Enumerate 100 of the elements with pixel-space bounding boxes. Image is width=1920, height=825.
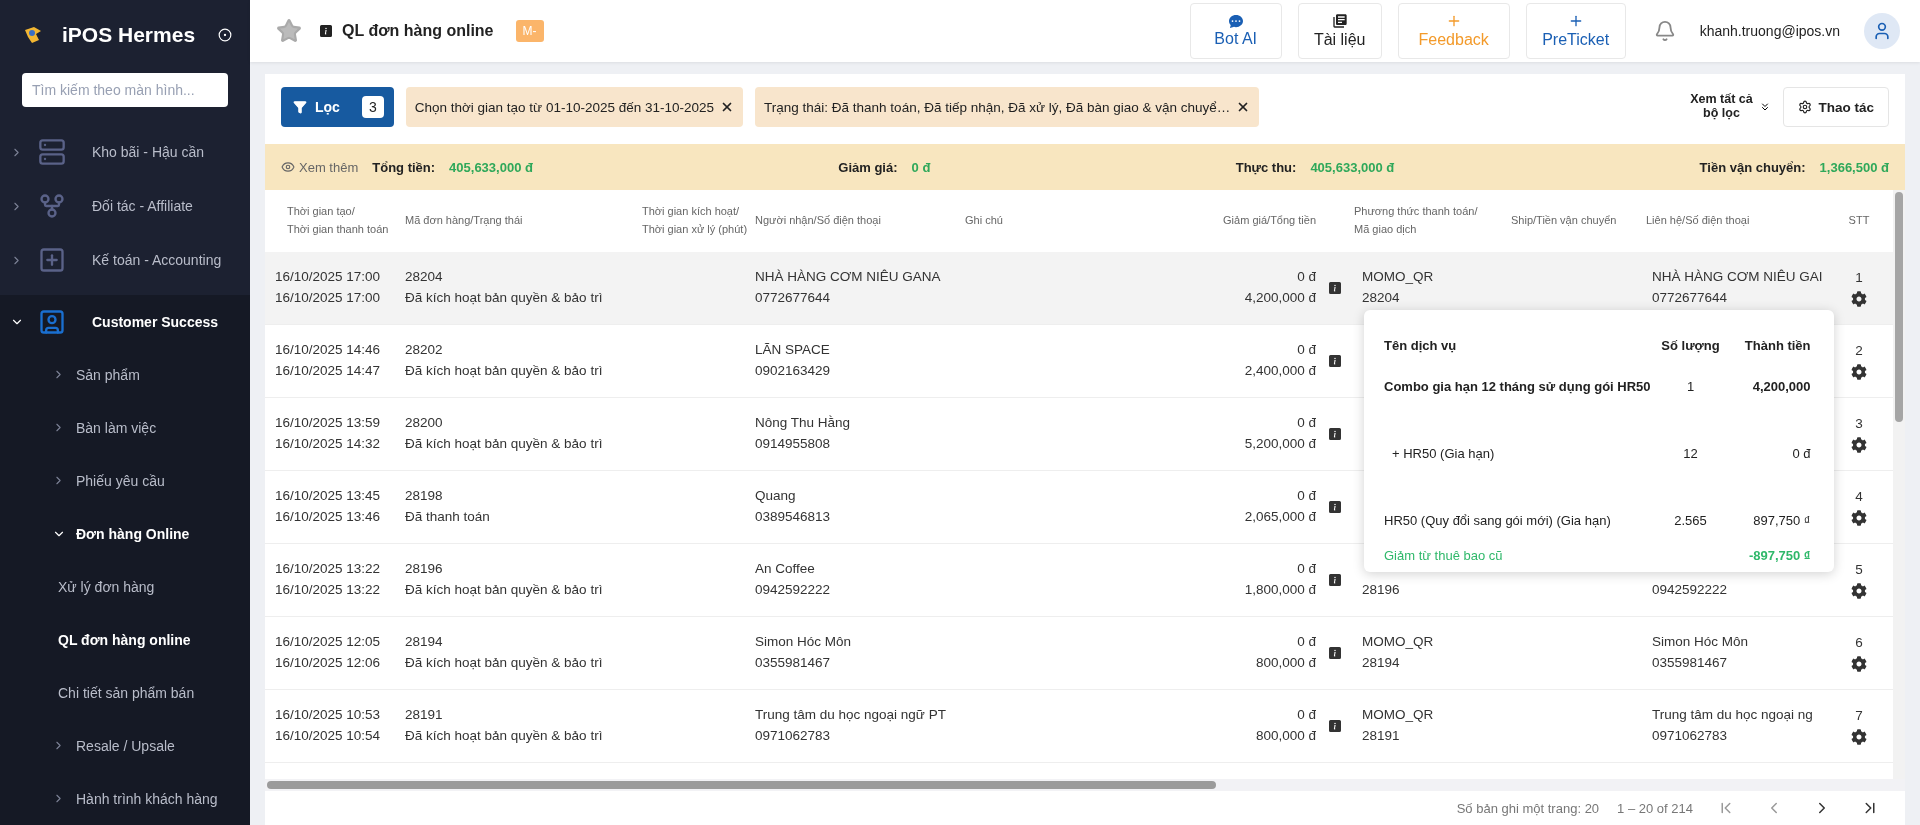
settings-icon[interactable] [1851, 363, 1867, 380]
sidebar-item[interactable]: Đối tác - Affiliate [0, 179, 250, 233]
table-cell-text: 16/10/2025 13:22 16/10/2025 13:22 [274, 560, 382, 599]
settings-icon[interactable] [1851, 655, 1867, 672]
table-cell-text: Simon Hóc Môn 0355981467 [1651, 633, 1750, 672]
table-cell-text: NHÀ HÀNG CƠM NIÊU GANA 0772677644 [755, 268, 942, 307]
info-icon[interactable] [1329, 355, 1341, 367]
customer-icon [38, 307, 66, 336]
row-number: 5 [1855, 561, 1863, 577]
search-field[interactable]: Tìm kiếm theo màn hình... [22, 73, 228, 107]
table-cell-text: 0 đ 1,800,000 đ [1243, 560, 1316, 599]
gear-icon [1798, 100, 1813, 114]
settings-icon[interactable] [1851, 509, 1867, 526]
popover-cell-text: Combo gia hạn 12 tháng sử dụng gói HR50 [1384, 378, 1651, 396]
table-cell-text: 0 đ 2,065,000 đ [1243, 487, 1316, 526]
actions-button[interactable]: Thao tác [1783, 87, 1889, 127]
summary-value: 405,633,000 đ [449, 159, 533, 175]
table-cell-text: 16/10/2025 17:00 16/10/2025 17:00 [274, 268, 382, 307]
table-row[interactable]: 16/10/2025 17:00 16/10/2025 17:00 28204 Đã kích hoạt bản quyền & bảo trì NHÀ HÀNG CƠM NIÊU GANA 0772677644 0 đ 4,200,000 đ MOMO_QR 28204 NHÀ HÀNG CƠM NIÊU GAI 0772677644 1 [265, 252, 1893, 325]
table-cell-text: Trung tâm du học ngoại ngữ PT 0971062783 [755, 706, 947, 745]
row-number: 2 [1855, 342, 1863, 358]
popover-cell-text: Giảm từ thuê bao cũ [1384, 547, 1504, 565]
column-header: Ship/Tiền vận chuyển [1511, 213, 1618, 229]
table-cell-text: 28191 Đã kích hoạt bản quyền & bảo trì [405, 706, 604, 745]
summary-value: 405,633,000 đ [1310, 159, 1395, 175]
sidebar-item[interactable]: Phiếu yêu cầu [0, 454, 250, 507]
settings-icon[interactable] [1851, 436, 1867, 453]
page-range: 1 – 20 of 214 [1617, 800, 1693, 816]
sidebar-item[interactable]: Customer Success [0, 295, 250, 348]
info-icon[interactable] [1329, 720, 1341, 732]
header-action-button[interactable]: Tài liệu [1297, 3, 1382, 59]
table-cell-text: 28200 Đã kích hoạt bản quyền & bảo trì [405, 414, 604, 453]
popover-cell-text: 12 [1682, 445, 1699, 463]
table-cell-text: 28198 Đã thanh toán [405, 487, 491, 526]
table-cell-text: 0942592222 [1651, 581, 1729, 599]
mode-badge: M- [515, 20, 544, 42]
table-cell-text: LÃN SPACE 0902163429 [755, 341, 832, 380]
show-all-filters-button[interactable]: Xem tất cả bộ lọc [1681, 92, 1762, 122]
settings-icon[interactable] [1851, 728, 1867, 745]
popover-cell-text: 2.565 [1673, 512, 1708, 530]
user-icon [1872, 21, 1892, 41]
user-email: khanh.truong@ipos.vn [1699, 23, 1840, 39]
header-action-button[interactable]: Bot AI [1189, 3, 1282, 59]
sidebar-item[interactable]: Hành trình khách hàng [0, 772, 250, 825]
sidebar-item[interactable]: Chi tiết sản phẩm bán [0, 666, 250, 719]
table-cell-text: 16/10/2025 12:05 16/10/2025 12:06 [274, 633, 382, 672]
sidebar-item[interactable]: Resale / Upsale [0, 719, 250, 772]
column-header: Phương thức thanh toán/ Mã giao dịch [1354, 204, 1479, 237]
radio-icon[interactable] [218, 28, 232, 42]
info-icon[interactable] [1329, 501, 1341, 513]
brand-name: iPOS Hermes [62, 23, 197, 47]
sidebar-item[interactable]: Kế toán - Accounting [0, 233, 250, 287]
column-header: Người nhận/Số điện thoại [755, 213, 882, 229]
settings-icon[interactable] [1851, 582, 1867, 599]
sidebar-item[interactable]: Bàn làm việc [0, 401, 250, 454]
filter-icon [293, 100, 307, 114]
info-icon[interactable] [1329, 428, 1341, 440]
table-cell-text: NHÀ HÀNG CƠM NIÊU GAI 0772677644 [1651, 268, 1824, 307]
filter-chip: Chọn thời gian tạo từ 01-10-2025 đến 31-10-2025 [405, 87, 744, 127]
table-cell-text: 28196 Đã kích hoạt bản quyền & bảo trì [405, 560, 604, 599]
popover-cell-text: -897,750 ₫ [1747, 547, 1811, 565]
avatar[interactable] [1864, 13, 1900, 49]
header-action-button[interactable]: PreTicket [1525, 3, 1626, 59]
row-number: 4 [1855, 488, 1863, 504]
table-cell-text: An Coffee 0942592222 [755, 560, 832, 599]
sidebar-item[interactable]: Đơn hàng Online [0, 507, 250, 560]
table-cell-text: MOMO_QR 28194 [1361, 633, 1435, 672]
row-number: 3 [1855, 415, 1863, 431]
sidebar-item[interactable]: Sản phẩm [0, 348, 250, 401]
table-cell-text: 16/10/2025 14:46 16/10/2025 14:47 [274, 341, 382, 380]
horizontal-scrollbar[interactable] [265, 779, 1905, 791]
settings-icon[interactable] [1851, 290, 1867, 307]
column-header: Ghi chú [965, 213, 1004, 229]
page-title: QL đơn hàng online [342, 22, 494, 40]
table-cell-text: MOMO_QR 28191 [1361, 706, 1435, 745]
sidebar-item[interactable]: QL đơn hàng online [0, 613, 250, 666]
popover-cell-text: HR50 (Quy đổi sang gói mới) (Gia hạn) [1384, 512, 1612, 530]
info-icon[interactable] [1329, 282, 1341, 294]
summary-value: 0 đ [911, 159, 931, 175]
sidebar-item[interactable]: Xử lý đơn hàng [0, 560, 250, 613]
summary-label: Thực thu: [1235, 159, 1297, 175]
row-number: 1 [1855, 269, 1863, 285]
page-size-label: Số bản ghi một trang: 20 [1456, 800, 1600, 816]
sidebar-item[interactable]: Kho bãi - Hậu cần [0, 125, 250, 179]
popover-cell-text: 0 đ [1791, 445, 1811, 463]
table-cell-text: 0 đ 800,000 đ [1254, 633, 1316, 672]
table-cell-text: Simon Hóc Môn 0355981467 [755, 633, 853, 672]
vertical-scrollbar[interactable] [1893, 190, 1905, 779]
table-cell-text: 28202 Đã kích hoạt bản quyền & bảo trì [405, 341, 604, 380]
filter-button[interactable]: Lọc 3 [281, 87, 394, 127]
server-icon [38, 138, 66, 166]
bell-icon[interactable] [1653, 20, 1676, 42]
column-header: Giảm giá/Tổng tiền [1222, 213, 1316, 229]
info-icon[interactable] [1329, 574, 1341, 586]
summary-label: Tiền vận chuyển: [1699, 159, 1806, 175]
row-number: 7 [1855, 707, 1863, 723]
table-cell-text: Quang 0389546813 [755, 487, 832, 526]
info-icon [320, 25, 332, 37]
info-icon[interactable] [1329, 647, 1341, 659]
show-more-toggle[interactable]: Xem thêm [281, 159, 359, 175]
